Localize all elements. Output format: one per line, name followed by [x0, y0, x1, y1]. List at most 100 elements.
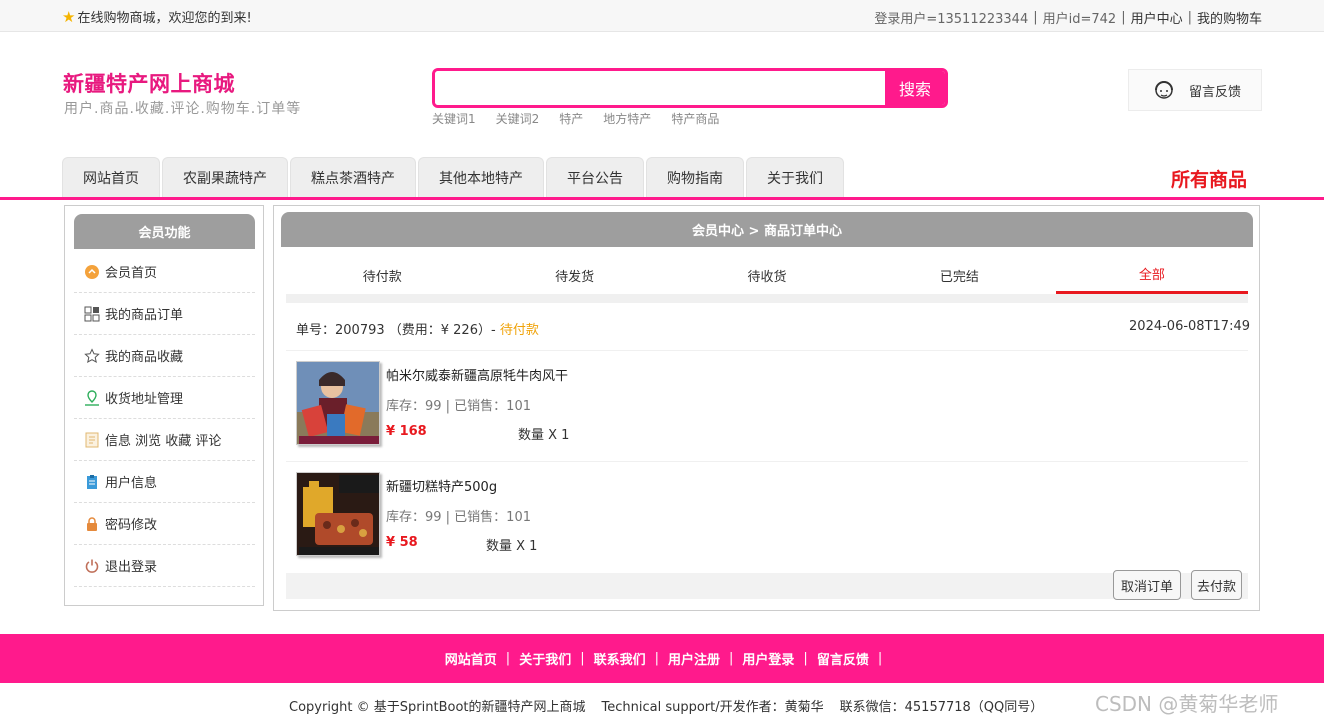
nav-divider	[0, 197, 1324, 200]
power-icon	[84, 558, 100, 574]
clipboard-icon	[84, 474, 100, 490]
sidebar-item-label: 收货地址管理	[105, 392, 184, 407]
user-links: 登录用户=13511223344 | 用户id=742 | 用户中心 | 我的购…	[874, 8, 1262, 27]
copyright: Copyright © 基于SprintBoot的新疆特产网上商城 Techni…	[289, 696, 1043, 715]
pay-button[interactable]: 去付款	[1191, 570, 1242, 600]
support-text: Technical support/开发作者：黄菊华	[601, 700, 824, 715]
search-box: 搜索	[432, 68, 948, 108]
login-user-text: 登录用户=13511223344	[874, 12, 1029, 27]
sidebar-item-logout[interactable]: 退出登录	[74, 545, 255, 587]
main-nav: 网站首页 农副果蔬特产 糕点茶酒特产 其他本地特产 平台公告 购物指南 关于我们	[62, 157, 844, 198]
divider	[286, 461, 1248, 462]
order-status: 待付款	[499, 323, 539, 338]
product-image[interactable]	[296, 472, 380, 556]
sidebar-item-orders[interactable]: 我的商品订单	[74, 293, 255, 335]
site-title[interactable]: 新疆特产网上商城	[63, 68, 235, 98]
footer-link-login[interactable]: 用户登录	[736, 649, 800, 668]
product-price: ¥ 168	[386, 424, 427, 439]
order-status-tabs: 待付款 待发货 待收货 已完结 全部	[286, 256, 1249, 294]
nav-tab-notice[interactable]: 平台公告	[546, 157, 644, 198]
welcome-message: ★ 在线购物商城，欢迎您的到来!	[62, 7, 252, 27]
user-center-link[interactable]: 用户中心	[1131, 8, 1183, 27]
tab-pending-payment[interactable]: 待付款	[286, 256, 478, 294]
separator: |	[580, 651, 585, 666]
product-quantity: 数量 X 1	[518, 428, 570, 443]
sidebar-title: 会员功能	[74, 214, 255, 249]
nav-tab-other[interactable]: 其他本地特产	[418, 157, 544, 198]
sidebar-item-password[interactable]: 密码修改	[74, 503, 255, 545]
sidebar-item-member-home[interactable]: 会员首页	[74, 251, 255, 293]
product-name[interactable]: 帕米尔威泰新疆高原牦牛肉风干	[386, 365, 568, 384]
product-stock: 库存：99 | 已销售：101	[386, 510, 531, 525]
separator: |	[1187, 10, 1192, 25]
separator: |	[654, 651, 659, 666]
sidebar-item-label: 信息 浏览 收藏 评论	[105, 434, 222, 449]
footer-link-feedback[interactable]: 留言反馈	[811, 649, 875, 668]
user-id-text: 用户id=742	[1042, 12, 1117, 27]
separator: |	[1033, 10, 1038, 25]
product-price: ¥ 58	[386, 535, 418, 550]
tab-pending-shipment[interactable]: 待发货	[478, 256, 670, 294]
nav-tab-about[interactable]: 关于我们	[746, 157, 844, 198]
hotword-link[interactable]: 关键词2	[496, 110, 540, 127]
feedback-label: 留言反馈	[1189, 84, 1242, 100]
tab-all[interactable]: 全部	[1055, 256, 1249, 294]
all-goods-link[interactable]: 所有商品	[1171, 165, 1247, 192]
lock-icon	[84, 516, 100, 532]
separator: |	[729, 651, 734, 666]
search-button[interactable]: 搜索	[885, 71, 945, 105]
footer-link-about[interactable]: 关于我们	[513, 649, 577, 668]
order-item: 新疆切糕特产500g 库存：99 | 已销售：101 ¥ 58 数量 X 1	[296, 472, 1196, 558]
sidebar-item-address[interactable]: 收货地址管理	[74, 377, 255, 419]
sidebar-item-user-info[interactable]: 用户信息	[74, 461, 255, 503]
hotwords: 关键词1 关键词2 特产 地方特产 特产商品	[432, 110, 719, 127]
top-bar: ★ 在线购物商城，欢迎您的到来! 登录用户=13511223344 | 用户id…	[0, 0, 1324, 32]
footer-link-register[interactable]: 用户注册	[662, 649, 726, 668]
footer-link-home[interactable]: 网站首页	[439, 649, 503, 668]
hotword-link[interactable]: 地方特产	[603, 110, 651, 127]
order-item: 帕米尔威泰新疆高原牦牛肉风干 库存：99 | 已销售：101 ¥ 168 数量 …	[296, 361, 1196, 447]
nav-tab-home[interactable]: 网站首页	[62, 157, 160, 198]
sidebar-item-label: 密码修改	[105, 518, 158, 533]
watermark: CSDN @黄菊华老师	[1095, 692, 1279, 716]
hotword-link[interactable]: 关键词1	[432, 110, 476, 127]
order-actions-bar	[286, 573, 1248, 599]
product-quantity: 数量 X 1	[486, 539, 538, 554]
feedback-button[interactable]: 留言反馈	[1128, 69, 1262, 111]
nav-tab-guide[interactable]: 购物指南	[646, 157, 744, 198]
hotword-link[interactable]: 特产	[559, 110, 583, 127]
nav-tab-pastry[interactable]: 糕点茶酒特产	[290, 157, 416, 198]
product-name[interactable]: 新疆切糕特产500g	[386, 476, 497, 495]
copyright-text: Copyright © 基于SprintBoot的新疆特产网上商城	[289, 700, 586, 715]
order-center-panel: 会员中心 > 商品订单中心 待付款 待发货 待收货 已完结 全部 单号：2007…	[273, 205, 1260, 611]
divider	[286, 350, 1248, 351]
cancel-order-button[interactable]: 取消订单	[1113, 570, 1181, 600]
hotword-link[interactable]: 特产商品	[671, 110, 719, 127]
order-datetime: 2024-06-08T17:49	[1129, 319, 1250, 334]
orders-icon	[84, 306, 100, 322]
product-stock: 库存：99 | 已销售：101	[386, 399, 531, 414]
tab-completed[interactable]: 已完结	[863, 256, 1055, 294]
cart-link[interactable]: 我的购物车	[1197, 8, 1262, 27]
separator: |	[877, 651, 883, 666]
customer-service-icon	[1155, 81, 1173, 99]
order-summary: 单号：200793 （费用：¥ 226）- 待付款	[296, 319, 539, 338]
nav-tab-agri[interactable]: 农副果蔬特产	[162, 157, 288, 198]
member-home-icon	[84, 264, 100, 280]
welcome-text: 在线购物商城，欢迎您的到来!	[77, 11, 252, 26]
sidebar-item-label: 退出登录	[105, 560, 158, 575]
tab-divider	[286, 294, 1248, 303]
star-icon: ★	[62, 7, 76, 26]
sidebar-item-info[interactable]: 信息 浏览 收藏 评论	[74, 419, 255, 461]
document-icon	[84, 432, 100, 448]
tab-pending-receipt[interactable]: 待收货	[671, 256, 863, 294]
location-icon	[84, 389, 100, 406]
sidebar-item-label: 用户信息	[105, 476, 158, 491]
product-image[interactable]	[296, 361, 380, 445]
order-header: 单号：200793 （费用：¥ 226）- 待付款 2024-06-08T17:…	[296, 319, 1250, 338]
footer-links: 网站首页 | 关于我们 | 联系我们 | 用户注册 | 用户登录 | 留言反馈 |	[0, 634, 1324, 683]
search-input[interactable]	[435, 71, 885, 105]
footer-link-contact[interactable]: 联系我们	[588, 649, 652, 668]
sidebar-item-favorites[interactable]: 我的商品收藏	[74, 335, 255, 377]
sidebar-item-label: 会员首页	[105, 266, 158, 281]
